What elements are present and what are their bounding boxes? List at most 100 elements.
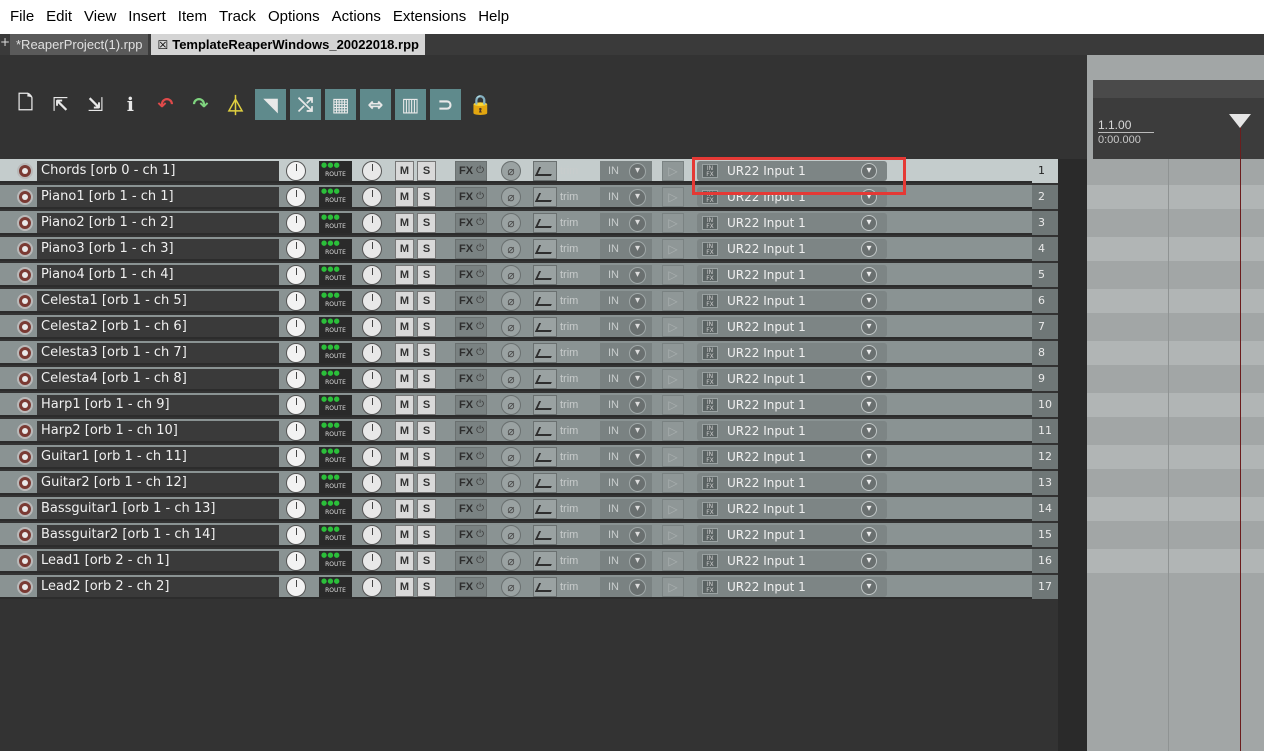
phase-invert-button[interactable]: ⌀ [501, 369, 521, 389]
volume-knob[interactable] [286, 577, 306, 597]
envelope-button[interactable] [533, 239, 557, 259]
item-grouping-icon[interactable]: ▦ [325, 89, 356, 120]
phase-invert-button[interactable]: ⌀ [501, 499, 521, 519]
track-lane[interactable] [1087, 289, 1264, 313]
mute-button[interactable]: M [395, 577, 414, 597]
record-arm-button[interactable] [17, 579, 33, 595]
pan-knob[interactable] [362, 239, 382, 259]
chevron-down-icon[interactable]: ▾ [861, 319, 877, 335]
record-input-selector[interactable]: IN FX UR22 Input 1 ▾ [697, 473, 887, 493]
solo-button[interactable]: S [417, 265, 436, 285]
phase-invert-button[interactable]: ⌀ [501, 187, 521, 207]
solo-button[interactable]: S [417, 421, 436, 441]
solo-button[interactable]: S [417, 239, 436, 259]
mute-button[interactable]: M [395, 395, 414, 415]
input-fx-button[interactable]: IN [600, 265, 652, 285]
project-settings-icon[interactable]: ℹ [115, 89, 146, 120]
track-lane[interactable] [1087, 497, 1264, 521]
phase-invert-button[interactable]: ⌀ [501, 473, 521, 493]
solo-button[interactable]: S [417, 187, 436, 207]
solo-button[interactable]: S [417, 317, 436, 337]
track-lane[interactable] [1087, 419, 1264, 443]
menu-extensions[interactable]: Extensions [387, 0, 472, 34]
input-fx-button[interactable]: IN [600, 291, 652, 311]
input-fx-button[interactable]: IN [600, 317, 652, 337]
track-row[interactable]: Piano4 [orb 1 - ch 4]ROUTEMSFX⌀trimIN▷IN… [0, 255, 1058, 287]
fx-button[interactable]: FX [455, 317, 487, 337]
mute-button[interactable]: M [395, 369, 414, 389]
menu-track[interactable]: Track [213, 0, 262, 34]
volume-knob[interactable] [286, 187, 306, 207]
chevron-down-icon[interactable]: ▾ [861, 449, 877, 465]
automation-mode-label[interactable]: trim [560, 265, 594, 285]
menu-item[interactable]: Item [172, 0, 213, 34]
automation-mode-label[interactable]: trim [560, 473, 594, 493]
input-fx-button[interactable]: IN [600, 213, 652, 233]
envelope-button[interactable] [533, 473, 557, 493]
chevron-down-icon[interactable]: ▾ [861, 397, 877, 413]
envelope-button[interactable] [533, 551, 557, 571]
volume-knob[interactable] [286, 421, 306, 441]
record-arm-button[interactable] [17, 527, 33, 543]
track-lane[interactable] [1087, 211, 1264, 235]
record-input-selector[interactable]: IN FX UR22 Input 1 ▾ [697, 369, 887, 389]
fx-button[interactable]: FX [455, 577, 487, 597]
pan-knob[interactable] [362, 369, 382, 389]
track-row[interactable]: Guitar2 [orb 1 - ch 12]ROUTEMSFX⌀trimIN▷… [0, 463, 1058, 495]
record-input-selector[interactable]: IN FX UR22 Input 1 ▾ [697, 213, 887, 233]
solo-button[interactable]: S [417, 473, 436, 493]
record-arm-button[interactable] [17, 423, 33, 439]
envelope-button[interactable] [533, 213, 557, 233]
fx-button[interactable]: FX [455, 473, 487, 493]
chevron-down-icon[interactable]: ▾ [861, 423, 877, 439]
track-lane[interactable] [1087, 445, 1264, 469]
chevron-down-icon[interactable]: ▾ [861, 345, 877, 361]
mute-button[interactable]: M [395, 213, 414, 233]
mute-button[interactable]: M [395, 187, 414, 207]
phase-invert-button[interactable]: ⌀ [501, 577, 521, 597]
volume-knob[interactable] [286, 369, 306, 389]
record-arm-button[interactable] [17, 293, 33, 309]
track-name[interactable]: Celesta4 [orb 1 - ch 8] [37, 369, 279, 389]
fx-button[interactable]: FX [455, 213, 487, 233]
mute-button[interactable]: M [395, 499, 414, 519]
record-input-selector[interactable]: IN FX UR22 Input 1 ▾ [697, 577, 887, 597]
volume-knob[interactable] [286, 161, 306, 181]
automation-mode-label[interactable]: trim [560, 343, 594, 363]
ripple-edit-icon[interactable]: ⤭ [290, 89, 321, 120]
fx-button[interactable]: FX [455, 421, 487, 441]
track-name[interactable]: Piano1 [orb 1 - ch 1] [37, 187, 279, 207]
chevron-down-icon[interactable]: ▾ [861, 501, 877, 517]
track-lane[interactable] [1087, 471, 1264, 495]
mute-button[interactable]: M [395, 265, 414, 285]
automation-mode-label[interactable]: trim [560, 213, 594, 233]
pan-knob[interactable] [362, 447, 382, 467]
fx-button[interactable]: FX [455, 499, 487, 519]
input-fx-button[interactable]: IN [600, 343, 652, 363]
monitor-button[interactable]: ▷ [662, 551, 684, 571]
monitor-button[interactable]: ▷ [662, 421, 684, 441]
pan-knob[interactable] [362, 343, 382, 363]
pan-knob[interactable] [362, 265, 382, 285]
route-button[interactable]: ROUTE [319, 567, 352, 597]
input-fx-button[interactable]: IN [600, 525, 652, 545]
mute-button[interactable]: M [395, 551, 414, 571]
phase-invert-button[interactable]: ⌀ [501, 551, 521, 571]
fx-button[interactable]: FX [455, 525, 487, 545]
chevron-down-icon[interactable]: ▾ [861, 475, 877, 491]
record-input-selector[interactable]: IN FX UR22 Input 1 ▾ [697, 525, 887, 545]
redo-icon[interactable]: ↷ [185, 89, 216, 120]
mute-button[interactable]: M [395, 239, 414, 259]
record-arm-button[interactable] [17, 475, 33, 491]
input-fx-button[interactable]: IN [600, 161, 652, 181]
envelope-button[interactable] [533, 447, 557, 467]
input-fx-button[interactable]: IN [600, 447, 652, 467]
save-project-icon[interactable]: ⇲ [80, 89, 111, 120]
track-name[interactable]: Bassguitar1 [orb 1 - ch 13] [37, 499, 279, 519]
grid-icon[interactable]: ▥ [395, 89, 426, 120]
solo-button[interactable]: S [417, 213, 436, 233]
track-name[interactable]: Piano2 [orb 1 - ch 2] [37, 213, 279, 233]
project-tab[interactable]: *ReaperProject(1).rpp [10, 34, 149, 55]
open-project-icon[interactable]: ⇱ [45, 89, 76, 120]
volume-knob[interactable] [286, 239, 306, 259]
